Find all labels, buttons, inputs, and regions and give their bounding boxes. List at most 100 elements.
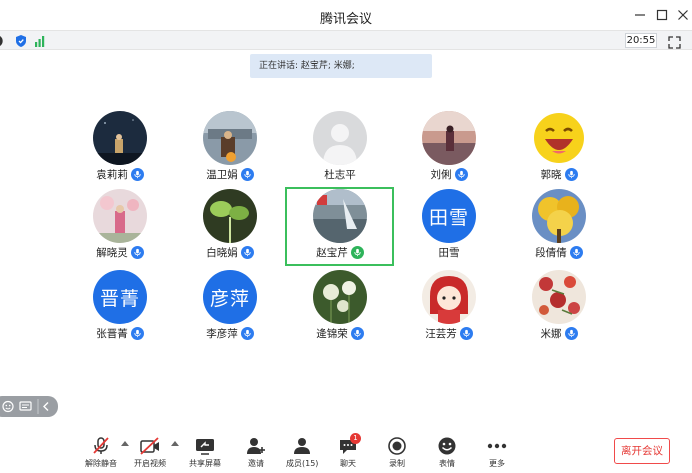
participant-name: 温卫娟: [206, 169, 238, 181]
participant-tile[interactable]: 彦萍 李彦萍: [176, 270, 284, 350]
participant-name: 解晓灵: [96, 247, 128, 259]
participant-name: 刘俐: [430, 169, 452, 181]
avatar: [93, 189, 147, 243]
participant-name: 杜志平: [324, 169, 356, 181]
microphone-icon: [130, 168, 144, 181]
participant-name: 逄锦荣: [316, 328, 348, 340]
emoji-label: 表情: [439, 459, 455, 468]
participant-name-row: 逄锦荣: [286, 326, 394, 341]
participant-tile[interactable]: 刘俐: [395, 111, 503, 191]
participant-name-row: 刘俐: [395, 167, 503, 182]
participant-tile[interactable]: 汪芸芳: [395, 270, 503, 350]
avatar: [532, 189, 586, 243]
participant-tile[interactable]: 逄锦荣: [286, 270, 394, 350]
participant-tile[interactable]: 杜志平: [286, 111, 394, 191]
camera-off-icon: [139, 436, 161, 456]
avatar: 晋菁: [93, 270, 147, 324]
microphone-muted-icon: [90, 436, 112, 456]
participant-tile[interactable]: 白晓娟: [176, 189, 284, 269]
more-dots-icon: [486, 436, 508, 456]
emoji-button[interactable]: 表情: [436, 436, 458, 469]
audio-options-caret-icon[interactable]: [121, 441, 129, 446]
participant-name: 郭晓: [540, 169, 562, 181]
record-button[interactable]: 录制: [386, 436, 408, 469]
participant-tile[interactable]: 袁莉莉: [66, 111, 174, 191]
signal-bars-icon[interactable]: [34, 33, 46, 47]
leave-meeting-button[interactable]: 离开会议: [614, 438, 670, 464]
bottom-toolbar: 解除静音 开启视频 共享屏幕 邀请 成员(15) 1 聊天 录制 表情 更多: [0, 432, 692, 473]
network-left-icon: [0, 33, 8, 47]
members-button[interactable]: 成员(15): [286, 436, 318, 469]
minimize-icon[interactable]: [631, 6, 649, 24]
invite-button[interactable]: 邀请: [245, 436, 267, 469]
avatar: 田雪: [422, 189, 476, 243]
avatar: [532, 270, 586, 324]
participant-name-row: 张晋菁: [66, 326, 174, 341]
speaking-indicator: 正在讲话: 赵宝芹; 米娜;: [250, 54, 432, 78]
start-video-button[interactable]: 开启视频: [134, 436, 166, 469]
participant-name-row: 杜志平: [286, 167, 394, 182]
participant-name: 白晓娟: [206, 247, 238, 259]
members-label: 成员(15): [286, 459, 319, 468]
participant-tile[interactable]: 田雪 田雪: [395, 189, 503, 269]
share-screen-icon: [194, 436, 216, 456]
participant-name: 田雪: [438, 247, 460, 259]
microphone-icon: [350, 327, 364, 340]
chat-icon: 1: [337, 433, 361, 456]
title-bar: 腾讯会议: [0, 0, 692, 30]
avatar: [532, 111, 586, 165]
microphone-icon: [240, 327, 254, 340]
unmute-button[interactable]: 解除静音: [85, 436, 117, 469]
participant-tile[interactable]: 晋菁 张晋菁: [66, 270, 174, 350]
more-label: 更多: [489, 459, 505, 468]
participant-name-row: 袁莉莉: [66, 167, 174, 182]
video-options-caret-icon[interactable]: [171, 441, 179, 446]
start-video-label: 开启视频: [134, 459, 166, 468]
participant-name-row: 段倩倩: [505, 245, 613, 260]
more-button[interactable]: 更多: [486, 436, 508, 469]
participant-name: 张晋菁: [96, 328, 128, 340]
microphone-icon: [130, 246, 144, 259]
maximize-icon[interactable]: [653, 6, 671, 24]
avatar: [313, 270, 367, 324]
share-screen-button[interactable]: 共享屏幕: [189, 436, 221, 469]
participant-name: 米娜: [540, 328, 562, 340]
participant-tile[interactable]: 温卫娟: [176, 111, 284, 191]
fullscreen-icon[interactable]: [668, 34, 681, 49]
participant-tile[interactable]: 解晓灵: [66, 189, 174, 269]
participant-tile[interactable]: 段倩倩: [505, 189, 613, 269]
participant-tile[interactable]: 米娜: [505, 270, 613, 350]
participant-name-row: 温卫娟: [176, 167, 284, 182]
chat-label: 聊天: [340, 459, 356, 468]
side-panel-tab[interactable]: [0, 396, 58, 417]
avatar: [422, 270, 476, 324]
participant-name-row: 解晓灵: [66, 245, 174, 260]
participant-name-row: 白晓娟: [176, 245, 284, 260]
add-user-icon: [245, 436, 267, 456]
participant-name-row: 米娜: [505, 326, 613, 341]
participant-name: 袁莉莉: [96, 169, 128, 181]
invite-label: 邀请: [248, 459, 264, 468]
chat-button[interactable]: 1 聊天: [337, 433, 361, 469]
avatar: [203, 111, 257, 165]
microphone-icon: [130, 327, 144, 340]
microphone-icon: [564, 168, 578, 181]
avatar: [93, 111, 147, 165]
members-icon: [291, 436, 313, 456]
avatar: 彦萍: [203, 270, 257, 324]
participant-name-row: 郭晓: [505, 167, 613, 182]
meeting-timer: 20:55: [625, 33, 657, 48]
avatar: [422, 111, 476, 165]
shield-icon[interactable]: [15, 33, 27, 47]
microphone-icon: [240, 168, 254, 181]
close-icon[interactable]: [674, 6, 692, 24]
active-speaker-frame: [285, 187, 394, 266]
record-icon: [386, 436, 408, 456]
participant-tile[interactable]: 郭晓: [505, 111, 613, 191]
unmute-label: 解除静音: [85, 459, 117, 468]
participant-name: 李彦萍: [206, 328, 238, 340]
microphone-icon: [454, 168, 468, 181]
status-bar: 20:55: [0, 30, 692, 50]
participant-name: 汪芸芳: [425, 328, 457, 340]
record-label: 录制: [389, 459, 405, 468]
